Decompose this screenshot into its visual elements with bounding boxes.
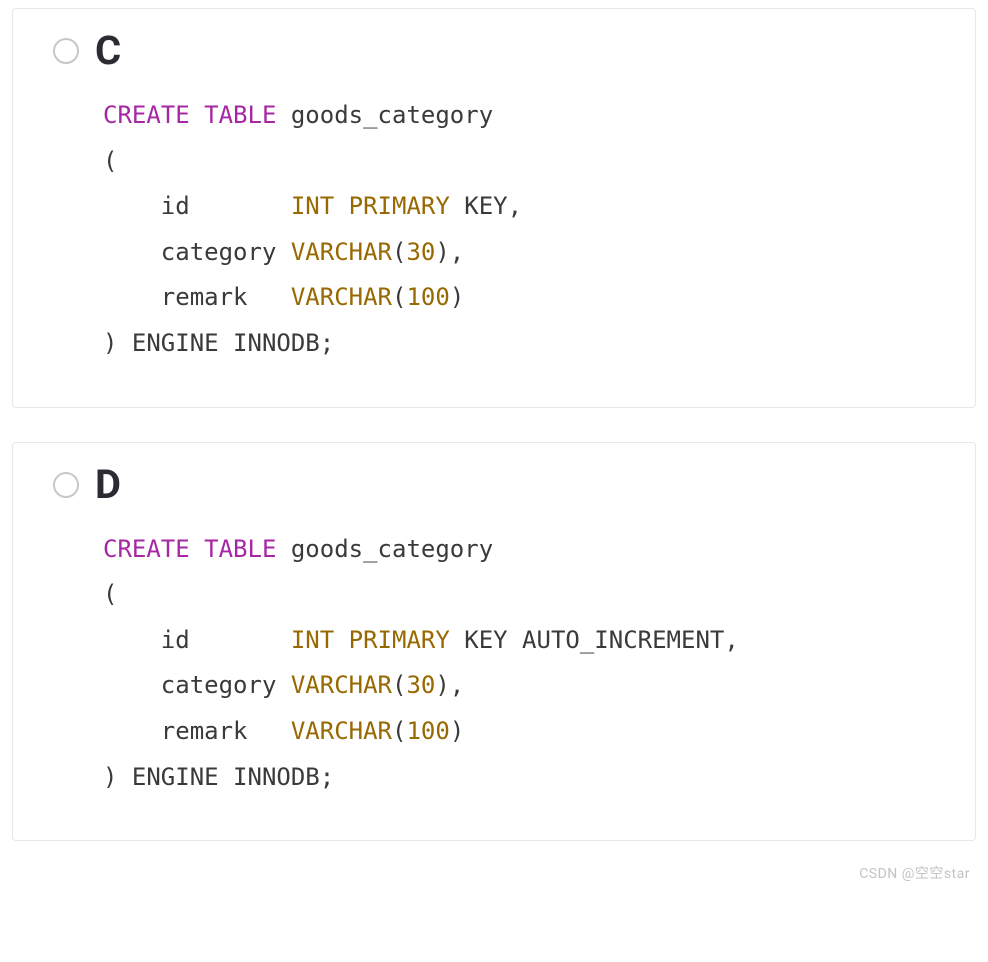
- radio-icon[interactable]: [53, 38, 79, 64]
- radio-icon[interactable]: [53, 472, 79, 498]
- option-letter: D: [95, 465, 121, 505]
- page: C CREATE TABLE goods_category ( id INT P…: [0, 0, 988, 895]
- option-header: D: [53, 465, 953, 505]
- option-card-d[interactable]: D CREATE TABLE goods_category ( id INT P…: [12, 442, 976, 842]
- code-block: CREATE TABLE goods_category ( id INT PRI…: [103, 527, 953, 801]
- option-card-c[interactable]: C CREATE TABLE goods_category ( id INT P…: [12, 8, 976, 408]
- option-header: C: [53, 31, 953, 71]
- watermark: CSDN @空空star: [859, 863, 970, 883]
- option-letter: C: [95, 31, 121, 71]
- code-block: CREATE TABLE goods_category ( id INT PRI…: [103, 93, 953, 367]
